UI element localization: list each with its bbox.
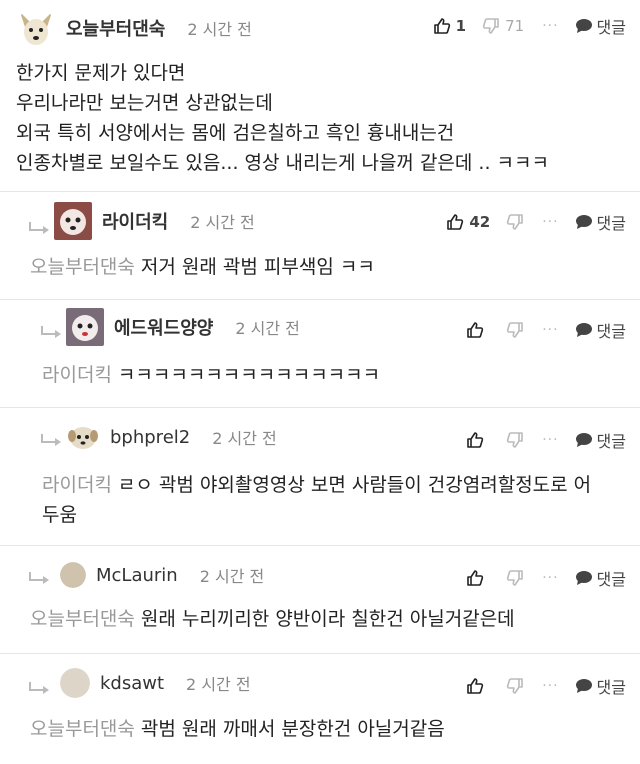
mention[interactable]: 오늘부터댄숙	[30, 608, 135, 630]
dislike-button[interactable]	[506, 321, 524, 339]
avatar[interactable]	[54, 202, 92, 240]
thumbs-down-icon	[482, 18, 499, 34]
speech-bubble-icon	[575, 215, 592, 229]
comment-timestamp: 2 시간 전	[187, 20, 252, 39]
avatar[interactable]	[60, 668, 90, 698]
reply-button[interactable]: 댓글	[575, 210, 626, 234]
thumbs-down-icon	[507, 570, 523, 586]
comment-author[interactable]: 라이더킥	[102, 208, 168, 234]
thumbs-up-icon	[467, 570, 484, 586]
comment-text-line: 한가지 문제가 있다면	[16, 62, 186, 84]
comment: kdsawt 2 시간 전 ··· 댓글 오늘부터댄숙 곽범 원래 까매서 분장한…	[0, 654, 640, 764]
speech-bubble-icon	[575, 571, 592, 585]
more-options-button[interactable]: ···	[542, 214, 558, 230]
speech-bubble-icon	[575, 19, 592, 33]
comment-timestamp: 2 시간 전	[186, 675, 251, 694]
comment-text-line: 저거 원래 곽범 피부색임 ㅋㅋ	[140, 256, 375, 278]
dislike-button[interactable]	[506, 213, 524, 231]
mention[interactable]: 오늘부터댄숙	[30, 256, 135, 278]
comment-author[interactable]: 에드워드양양	[114, 314, 213, 340]
reply-button[interactable]: 댓글	[575, 566, 626, 590]
comment-author[interactable]: bphprel2	[110, 427, 190, 448]
like-button[interactable]	[466, 677, 484, 695]
avatar[interactable]	[60, 562, 86, 588]
like-button[interactable]: 42	[446, 213, 490, 231]
thumbs-up-icon	[447, 214, 464, 230]
comment-text-line: ㄹㅇ 곽범 야외촬영영상 보면 사람들이 건강염려할정도로 어	[117, 474, 592, 496]
comment-text-line: 우리나라만 보는거면 상관없는데	[16, 92, 273, 114]
like-button[interactable]: 1	[433, 17, 466, 35]
comment-text-line: 두움	[42, 504, 77, 526]
avatar[interactable]	[16, 8, 56, 48]
more-options-button[interactable]: ···	[542, 678, 558, 694]
reply-button[interactable]: 댓글	[575, 428, 626, 452]
comment-timestamp: 2 시간 전	[212, 429, 277, 448]
mention[interactable]: 오늘부터댄숙	[30, 718, 135, 740]
like-button[interactable]	[466, 321, 484, 339]
thumbs-down-icon	[507, 214, 523, 230]
reply-arrow-icon	[41, 434, 61, 446]
comment: 오늘부터댄숙 2 시간 전 1 71 ··· 댓글 한가지 문제가 있다면 우리…	[0, 0, 640, 192]
thumbs-down-icon	[507, 432, 523, 448]
comment-author[interactable]: McLaurin	[96, 565, 178, 586]
more-options-button[interactable]: ···	[542, 432, 558, 448]
comment-thread: 오늘부터댄숙 2 시간 전 1 71 ··· 댓글 한가지 문제가 있다면 우리…	[0, 0, 640, 764]
like-button[interactable]	[466, 569, 484, 587]
like-count: 42	[469, 213, 491, 231]
more-options-button[interactable]: ···	[542, 18, 558, 34]
comment: 라이더킥 2 시간 전 42 ··· 댓글 오늘부터댄숙 저거 원래 곽범 피부색…	[0, 192, 640, 300]
reply-label: 댓글	[596, 322, 626, 341]
comment-timestamp: 2 시간 전	[235, 319, 300, 338]
mention[interactable]: 라이더킥	[42, 474, 112, 496]
mention[interactable]: 라이더킥	[42, 364, 112, 386]
reply-button[interactable]: 댓글	[575, 674, 626, 698]
thumbs-up-icon	[467, 678, 484, 694]
dislike-button[interactable]	[506, 431, 524, 449]
thumbs-up-icon	[467, 432, 484, 448]
dislike-button[interactable]: 71	[482, 17, 524, 35]
reply-label: 댓글	[596, 214, 626, 233]
comment-text-line: ㅋㅋㅋㅋㅋㅋㅋㅋㅋㅋㅋㅋㅋㅋㅋ	[117, 364, 381, 386]
avatar[interactable]	[66, 308, 104, 346]
dislike-button[interactable]	[506, 569, 524, 587]
reply-arrow-icon	[29, 682, 49, 694]
comment: 에드워드양양 2 시간 전 ··· 댓글 라이더킥 ㅋㅋㅋㅋㅋㅋㅋㅋㅋㅋㅋㅋㅋㅋㅋ	[0, 300, 640, 408]
comment-text-line: 인종차별로 보일수도 있음... 영상 내리는게 나을꺼 같은데 .. ㅋㅋㅋ	[16, 152, 549, 174]
speech-bubble-icon	[575, 323, 592, 337]
comment-author[interactable]: kdsawt	[100, 673, 164, 694]
thumbs-up-icon	[433, 18, 450, 34]
more-options-button[interactable]: ···	[542, 570, 558, 586]
dislike-count: 71	[505, 17, 525, 35]
comment-author[interactable]: 오늘부터댄숙	[66, 15, 165, 41]
comment-timestamp: 2 시간 전	[190, 213, 255, 232]
speech-bubble-icon	[575, 433, 592, 447]
comment-text-line: 외국 특히 서양에서는 몸에 검은칠하고 흑인 흉내내는건	[16, 122, 455, 144]
comment-text-line: 곽범 원래 까매서 분장한건 아닐거같음	[140, 718, 445, 740]
like-count: 1	[455, 17, 467, 35]
reply-button[interactable]: 댓글	[575, 14, 626, 38]
reply-label: 댓글	[596, 678, 626, 697]
comment-timestamp: 2 시간 전	[199, 567, 265, 586]
comment: McLaurin 2 시간 전 ··· 댓글 오늘부터댄숙 원래 누리끼리한 양반…	[0, 546, 640, 654]
speech-bubble-icon	[575, 679, 592, 693]
comment-text-line: 원래 누리끼리한 양반이라 칠한건 아닐거같은데	[140, 608, 515, 630]
comment: bphprel2 2 시간 전 ··· 댓글 라이더킥 ㄹㅇ 곽범 야외촬영영상 …	[0, 408, 640, 546]
reply-label: 댓글	[596, 570, 626, 589]
avatar[interactable]	[66, 420, 100, 454]
reply-button[interactable]: 댓글	[575, 318, 626, 342]
reply-arrow-icon	[29, 222, 49, 234]
reply-arrow-icon	[41, 326, 61, 338]
thumbs-down-icon	[507, 322, 523, 338]
reply-label: 댓글	[596, 18, 626, 37]
thumbs-up-icon	[467, 322, 484, 338]
thumbs-down-icon	[507, 678, 523, 694]
more-options-button[interactable]: ···	[542, 322, 558, 338]
reply-arrow-icon	[29, 572, 49, 584]
dislike-button[interactable]	[506, 677, 524, 695]
reply-label: 댓글	[596, 432, 626, 451]
like-button[interactable]	[466, 431, 484, 449]
